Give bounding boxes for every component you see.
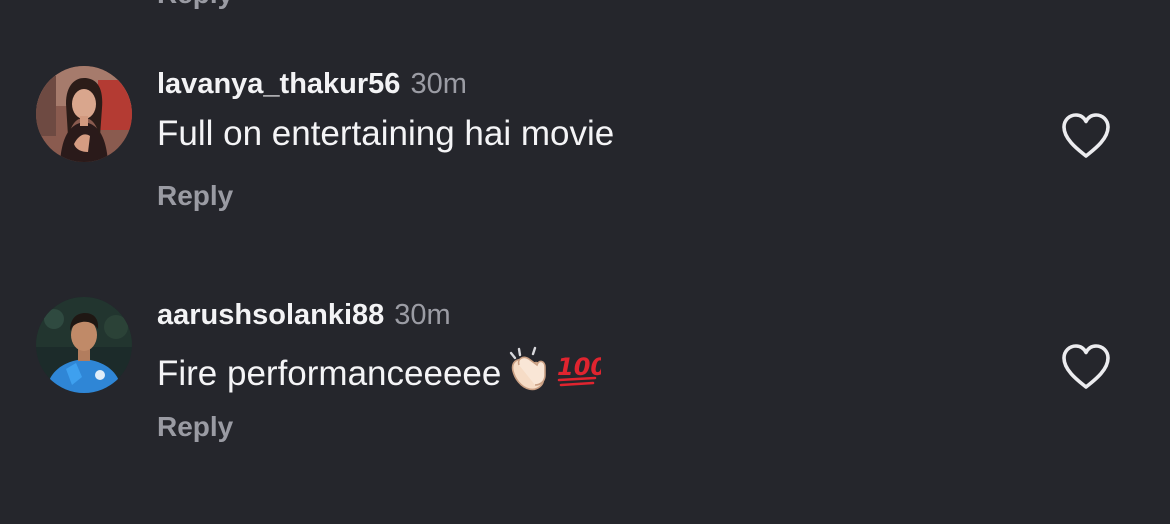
comment-header: lavanya_thakur56 30m	[157, 68, 467, 101]
avatar[interactable]	[36, 66, 132, 162]
comment-text: Full on entertaining hai movie	[157, 114, 614, 154]
avatar[interactable]	[36, 297, 132, 393]
username[interactable]: lavanya_thakur56	[157, 68, 400, 100]
reply-button[interactable]: Reply	[157, 411, 233, 443]
clapping-hands-emoji	[505, 345, 551, 400]
heart-outline-icon[interactable]	[1060, 343, 1112, 391]
username[interactable]: aarushsolanki88	[157, 299, 384, 331]
comment-body: Fire performanceeeee	[157, 354, 502, 393]
hundred-points-emoji: 100	[555, 345, 607, 400]
comment-item: lavanya_thakur56 30m Full on entertaining…	[0, 66, 1170, 216]
comment-header: aarushsolanki88 30m	[157, 299, 451, 332]
comment-item: aarushsolanki88 30m Fire performanceeeee …	[0, 297, 1170, 447]
heart-outline-icon[interactable]	[1060, 112, 1112, 160]
comment-text: Fire performanceeeee 100	[157, 345, 607, 400]
reply-button[interactable]: Reply	[157, 180, 233, 212]
timestamp: 30m	[394, 299, 451, 331]
comment-body: Full on entertaining hai movie	[157, 114, 615, 153]
previous-comment-reply-button[interactable]: Reply	[157, 0, 233, 10]
timestamp: 30m	[410, 68, 467, 100]
